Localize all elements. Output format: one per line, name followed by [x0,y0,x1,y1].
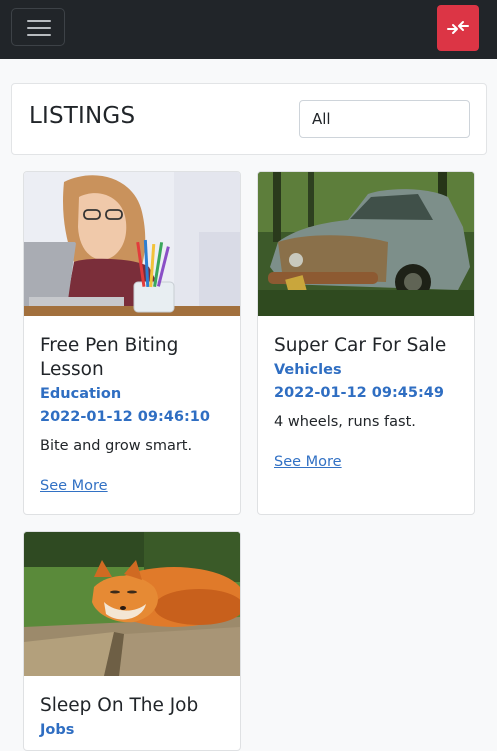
listing-card: Super Car For Sale Vehicles 2022-01-12 0… [257,171,475,515]
listings-header: LISTINGS All [11,83,487,155]
woman-biting-pen-photo [24,172,240,316]
listing-description: 4 wheels, runs fast. [274,414,416,430]
listing-category: Education [40,386,122,402]
top-navbar [0,0,497,59]
compress-arrows-icon [447,21,469,34]
logout-button[interactable] [437,5,479,51]
hamburger-menu-button[interactable] [11,8,65,46]
listing-card: Sleep On The Job Jobs [23,531,241,751]
listing-description: Bite and grow smart. [40,438,193,454]
listing-title: Sleep On The Job [40,695,199,716]
rusty-old-car-photo [258,172,474,316]
listing-category: Jobs [40,722,75,738]
listing-date: 2022-01-12 09:45:49 [274,385,444,401]
see-more-link[interactable]: See More [40,478,108,494]
listing-category: Vehicles [274,362,342,378]
listing-date: 2022-01-12 09:46:10 [40,409,210,425]
hamburger-menu-icon [27,20,51,22]
listing-title: Super Car For Sale [274,335,447,356]
listing-card: Free Pen Biting Lesson Education 2022-01… [23,171,241,515]
sleeping-fox-photo [24,532,240,676]
listing-title: Free Pen Biting Lesson [40,335,179,380]
category-filter-select[interactable]: All [299,100,470,138]
see-more-link[interactable]: See More [274,454,342,470]
page-title: LISTINGS [29,103,136,129]
